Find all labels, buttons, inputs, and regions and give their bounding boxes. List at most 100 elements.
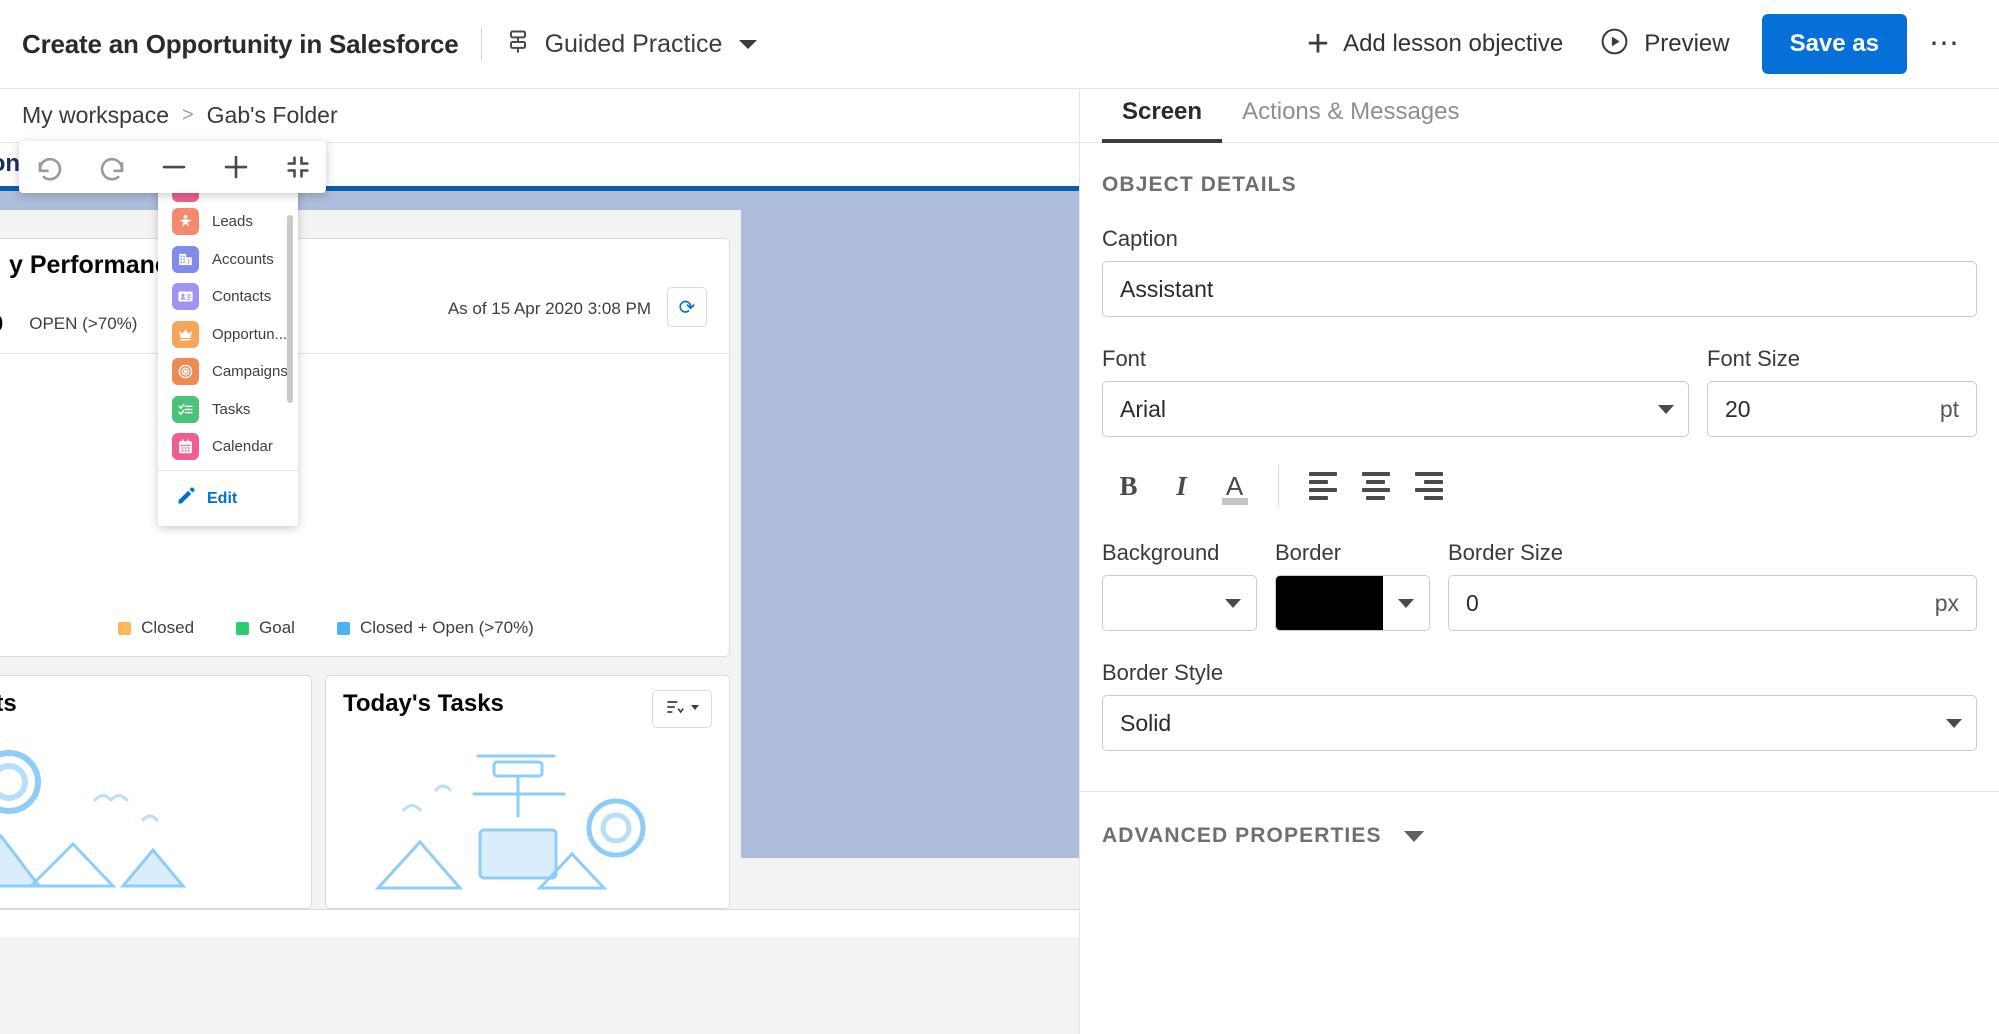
object-details-body: Caption Assistant Font Font Size Arial 2… xyxy=(1080,226,1999,751)
todays-tasks-card: Today's Tasks xyxy=(325,675,730,909)
tasks-illustration xyxy=(364,738,704,908)
refresh-icon[interactable]: ⟳ xyxy=(667,287,707,327)
todays-tasks-sort-button[interactable] xyxy=(652,690,712,728)
caption-label: Caption xyxy=(1102,226,1977,252)
breadcrumb: My workspace > Gab's Folder xyxy=(0,89,1079,143)
chevron-down-icon xyxy=(1404,831,1424,842)
align-right-button[interactable] xyxy=(1402,461,1455,511)
breadcrumb-item-workspace[interactable]: My workspace xyxy=(22,102,169,129)
legend-swatch-closed-open xyxy=(337,622,350,635)
sf-menu-label-opportunities: Opportun... xyxy=(212,326,287,343)
breadcrumb-separator: > xyxy=(182,104,194,127)
header-divider xyxy=(481,27,482,61)
contacts-icon xyxy=(172,283,199,310)
selected-region-overlay xyxy=(741,210,1079,858)
font-size-label: Font Size xyxy=(1707,346,1977,372)
sort-icon xyxy=(664,697,684,722)
zoom-button-group xyxy=(143,141,267,193)
align-center-icon xyxy=(1362,472,1390,500)
leads-icon xyxy=(172,208,199,235)
sf-menu-label-accounts: Accounts xyxy=(212,251,274,268)
align-left-button[interactable] xyxy=(1296,461,1349,511)
legend-item-closed: Closed xyxy=(118,618,194,638)
performance-as-of: As of 15 Apr 2020 3:08 PM xyxy=(448,299,651,319)
font-label: Font xyxy=(1102,346,1689,372)
lesson-mode-label: Guided Practice xyxy=(545,30,723,59)
format-divider xyxy=(1278,465,1279,507)
sf-menu-label-tasks: Tasks xyxy=(212,401,250,418)
redo-icon[interactable] xyxy=(81,141,143,193)
save-as-button[interactable]: Save as xyxy=(1762,14,1907,74)
background-color-swatch xyxy=(1103,576,1210,630)
add-lesson-objective-label: Add lesson objective xyxy=(1343,30,1563,58)
zoom-out-icon[interactable] xyxy=(143,141,205,193)
border-color-picker[interactable] xyxy=(1275,575,1430,631)
border-color-swatch xyxy=(1276,576,1383,630)
text-color-button[interactable]: A xyxy=(1208,461,1261,511)
caption-input[interactable]: Assistant xyxy=(1102,261,1977,317)
border-style-value: Solid xyxy=(1120,710,1946,737)
advanced-properties-toggle[interactable]: ADVANCED PROPERTIES xyxy=(1080,792,1999,848)
background-color-picker[interactable] xyxy=(1102,575,1257,631)
performance-card-title: y Performance xyxy=(9,251,183,280)
border-label: Border xyxy=(1275,540,1430,566)
preview-button[interactable]: Preview xyxy=(1581,26,1747,62)
opportunities-icon xyxy=(172,321,199,348)
chevron-down-icon xyxy=(739,40,757,49)
legend-label-closed-open: Closed + Open (>70%) xyxy=(360,618,534,638)
pencil-icon xyxy=(176,486,196,511)
undo-icon[interactable] xyxy=(19,141,81,193)
sf-menu-label-calendar: Calendar xyxy=(212,438,273,455)
breadcrumb-item-folder[interactable]: Gab's Folder xyxy=(207,102,338,129)
advanced-properties-label: ADVANCED PROPERTIES xyxy=(1102,824,1382,848)
chevron-down-icon xyxy=(1946,719,1962,728)
campaigns-icon xyxy=(172,358,199,385)
sf-menu-item-accounts[interactable]: Accounts xyxy=(158,241,298,279)
tab-actions-messages[interactable]: Actions & Messages xyxy=(1222,98,1479,143)
sf-menu-item-leads[interactable]: Leads xyxy=(158,203,298,241)
events-card: Events xyxy=(0,675,312,909)
add-lesson-objective-button[interactable]: + Add lesson objective xyxy=(1289,25,1581,63)
border-size-input[interactable]: 0 px xyxy=(1448,575,1977,631)
chevron-down-icon xyxy=(1210,576,1256,630)
tasks-icon xyxy=(172,396,199,423)
legend-item-goal: Goal xyxy=(236,618,295,638)
font-size-value: 20 xyxy=(1725,396,1751,423)
sf-menu-item-contacts[interactable]: Contacts xyxy=(158,278,298,316)
todays-tasks-card-title: Today's Tasks xyxy=(343,690,504,718)
events-illustration xyxy=(0,736,277,906)
object-details-section-title: OBJECT DETAILS xyxy=(1080,143,1999,197)
font-row-controls: Arial 20 pt xyxy=(1102,381,1977,437)
sf-menu-item-calendar[interactable]: Calendar xyxy=(158,428,298,466)
preview-label: Preview xyxy=(1644,30,1729,58)
performance-card: y Performance 0 OPEN (>70%) €0 G As of 1… xyxy=(0,238,730,657)
sf-menu-label-contacts: Contacts xyxy=(212,288,271,305)
sf-menu-item-opportunities[interactable]: Opportun... xyxy=(158,316,298,354)
border-style-select[interactable]: Solid xyxy=(1102,695,1977,751)
lesson-mode-selector[interactable]: Guided Practice xyxy=(504,28,758,61)
zoom-in-icon[interactable] xyxy=(205,141,267,193)
bold-button[interactable]: B xyxy=(1102,461,1155,511)
salesforce-nav-list: Leads Accounts Contacts Opportun... Camp xyxy=(158,185,298,476)
sf-menu-item-campaigns[interactable]: Campaigns xyxy=(158,353,298,391)
salesforce-nav-scrollbar[interactable] xyxy=(287,215,293,403)
sf-menu-item-tasks[interactable]: Tasks xyxy=(158,391,298,429)
salesforce-nav-dropdown[interactable]: Leads Accounts Contacts Opportun... Camp xyxy=(158,185,298,526)
border-size-unit: px xyxy=(1935,590,1959,617)
fit-screen-icon[interactable] xyxy=(267,141,329,193)
align-center-button[interactable] xyxy=(1349,461,1402,511)
border-size-value: 0 xyxy=(1466,590,1479,617)
app-header: Create an Opportunity in Salesforce Guid… xyxy=(0,0,1999,89)
accounts-icon xyxy=(172,246,199,273)
font-select[interactable]: Arial xyxy=(1102,381,1689,437)
italic-button[interactable]: I xyxy=(1155,461,1208,511)
italic-glyph: I xyxy=(1176,471,1187,502)
tab-screen[interactable]: Screen xyxy=(1102,98,1222,143)
sf-menu-edit-button[interactable]: Edit xyxy=(158,470,298,526)
font-size-input[interactable]: 20 pt xyxy=(1707,381,1977,437)
chevron-down-icon xyxy=(689,700,701,718)
font-row-labels: Font Font Size xyxy=(1102,317,1977,381)
background-label: Background xyxy=(1102,540,1257,566)
properties-panel-tabs: Screen Actions & Messages xyxy=(1080,89,1999,143)
more-horizontal-icon[interactable]: ⋯ xyxy=(1919,23,1971,65)
